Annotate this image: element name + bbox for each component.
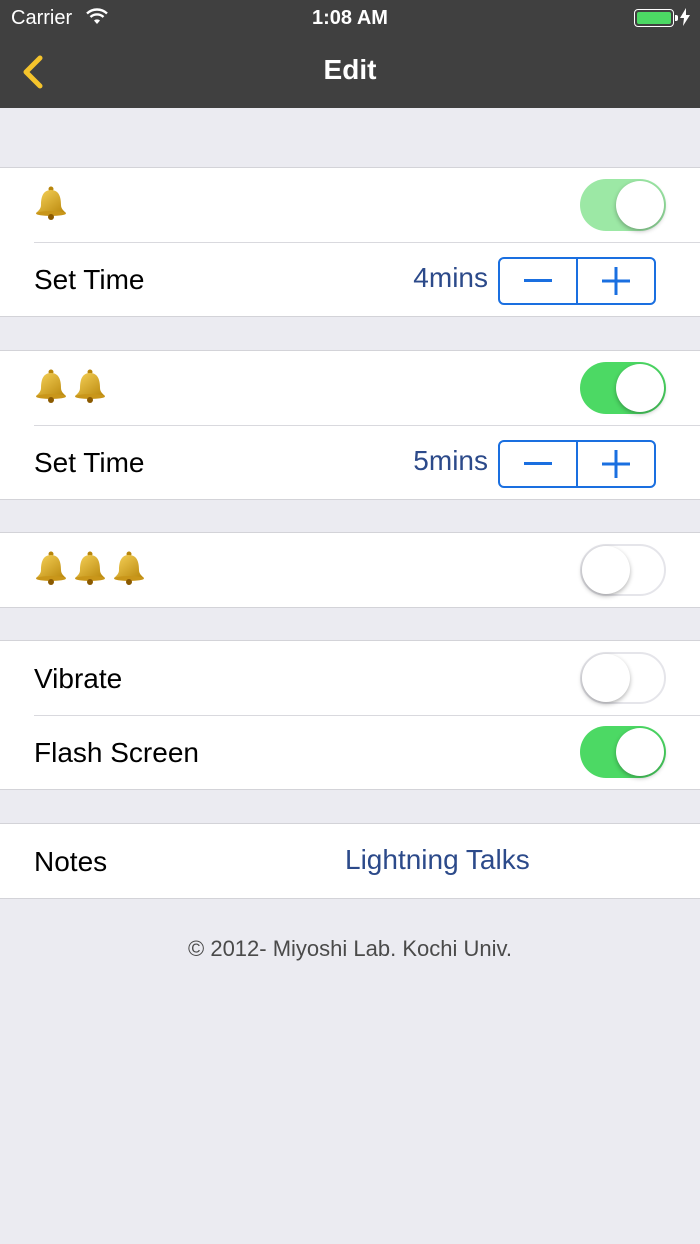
flash-screen-label: Flash Screen: [34, 737, 199, 768]
alarm-toggle-row: [0, 168, 700, 242]
page-title: Edit: [323, 54, 377, 85]
bell-group: [33, 185, 69, 221]
decrement-button[interactable]: [500, 442, 576, 486]
vibrate-switch[interactable]: [580, 652, 666, 704]
notes-section: Notes Lightning Talks: [0, 823, 700, 899]
set-time-label: Set Time: [34, 447, 145, 478]
minus-icon: [524, 279, 552, 282]
notes-value[interactable]: Lightning Talks: [345, 844, 530, 876]
alarm-section-3: [0, 532, 700, 608]
time-stepper: [498, 440, 656, 488]
alarm-1-switch[interactable]: [580, 179, 666, 231]
notes-label: Notes: [34, 846, 108, 877]
alarm-2-switch[interactable]: [580, 362, 666, 414]
battery-icon: [634, 9, 678, 27]
charging-bolt-icon: [680, 8, 690, 32]
time-stepper: [498, 257, 656, 305]
vibrate-label: Vibrate: [34, 663, 123, 694]
vibrate-row: Vibrate: [0, 641, 700, 715]
options-section: Vibrate Flash Screen: [0, 640, 700, 790]
set-time-label: Set Time: [34, 264, 145, 295]
increment-button[interactable]: [576, 259, 654, 303]
bell-icon: [36, 369, 66, 403]
flash-screen-row: Flash Screen: [0, 715, 700, 789]
status-bar: Carrier 1:08 AM: [0, 0, 700, 36]
plus-icon: [602, 450, 630, 478]
alarm-3-switch[interactable]: [580, 544, 666, 596]
flash-screen-switch[interactable]: [580, 726, 666, 778]
bell-icon: [75, 369, 105, 403]
navigation-bar: Carrier 1:08 AM Edit: [0, 0, 700, 108]
alarm-toggle-row: [0, 351, 700, 425]
decrement-button[interactable]: [500, 259, 576, 303]
bell-icon: [36, 186, 66, 220]
minus-icon: [524, 462, 552, 465]
time-value: 5mins: [413, 445, 488, 476]
bell-group: [33, 550, 147, 586]
alarm-section-2: Set Time 5mins: [0, 350, 700, 500]
copyright-footer: © 2012- Miyoshi Lab. Kochi Univ.: [188, 936, 512, 961]
increment-button[interactable]: [576, 442, 654, 486]
clock: 1:08 AM: [312, 7, 388, 29]
time-value: 4mins: [413, 262, 488, 293]
alarm-section-1: Set Time 4mins: [0, 167, 700, 317]
set-time-row: Set Time 4mins: [0, 242, 700, 316]
bell-icon: [75, 551, 105, 585]
plus-icon: [602, 267, 630, 295]
bell-icon: [114, 551, 144, 585]
notes-row[interactable]: Notes Lightning Talks: [0, 824, 700, 898]
bell-group: [33, 368, 108, 404]
set-time-row: Set Time 5mins: [0, 425, 700, 499]
bell-icon: [36, 551, 66, 585]
alarm-toggle-row: [0, 533, 700, 607]
